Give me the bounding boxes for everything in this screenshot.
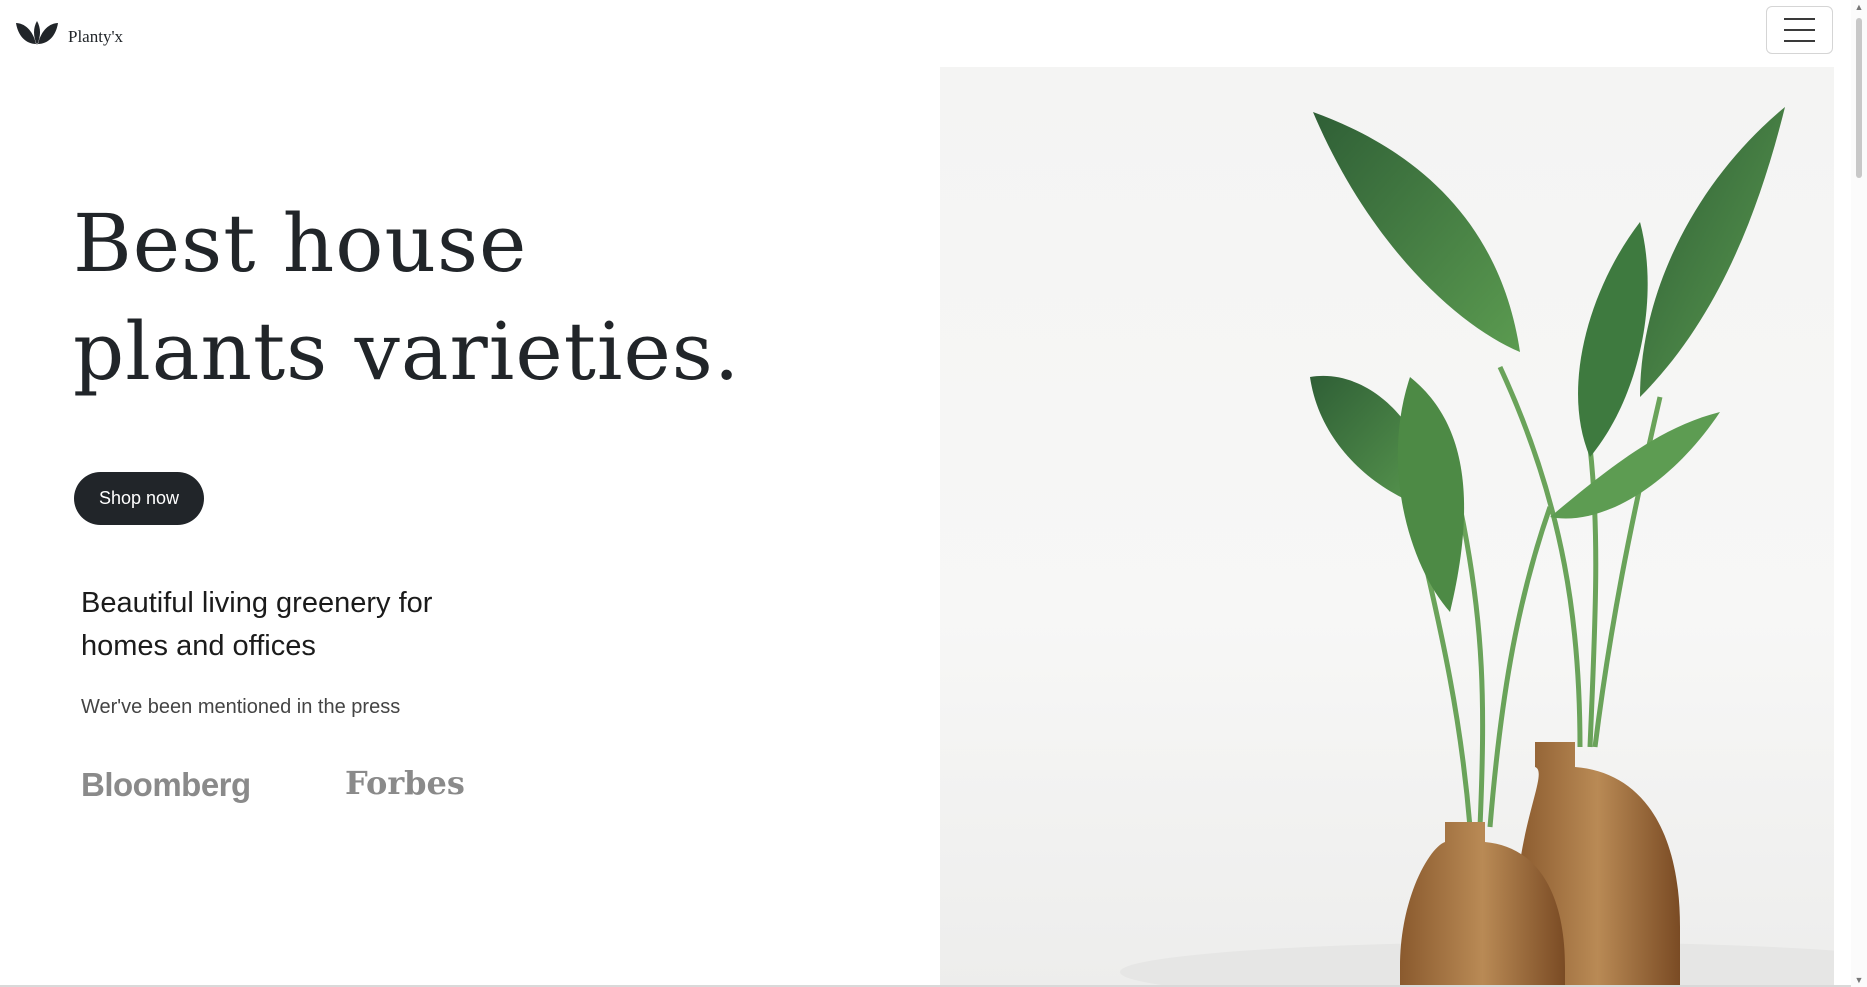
brand-link[interactable]: Planty'x [14, 20, 123, 48]
navbar: Planty'x [0, 0, 1851, 66]
leaf-logo-icon [16, 21, 58, 45]
hero-title: Best house plants varieties. [73, 190, 740, 406]
hero-title-line-2: plants varieties. [73, 305, 741, 398]
brand-name: Planty'x [68, 27, 124, 46]
menu-toggle-button[interactable] [1766, 6, 1833, 54]
scroll-up-arrow-icon[interactable]: ▲ [1851, 0, 1867, 14]
bloomberg-logo: Bloomberg [81, 766, 251, 803]
shop-now-button[interactable]: Shop now [74, 472, 204, 525]
hamburger-menu-icon [1784, 18, 1815, 20]
scroll-down-arrow-icon[interactable]: ▼ [1851, 973, 1867, 987]
hero-title-line-1: Best house [73, 197, 528, 290]
page-scrollbar[interactable]: ▲ ▼ [1851, 0, 1867, 987]
press-mention-text: Wer've been mentioned in the press [81, 696, 401, 718]
hero-subheading: Beautiful living greenery for homes and … [81, 587, 433, 662]
scrollbar-thumb[interactable] [1856, 18, 1862, 178]
forbes-logo: Forbes [345, 764, 465, 802]
hero-plant-image [940, 67, 1834, 987]
